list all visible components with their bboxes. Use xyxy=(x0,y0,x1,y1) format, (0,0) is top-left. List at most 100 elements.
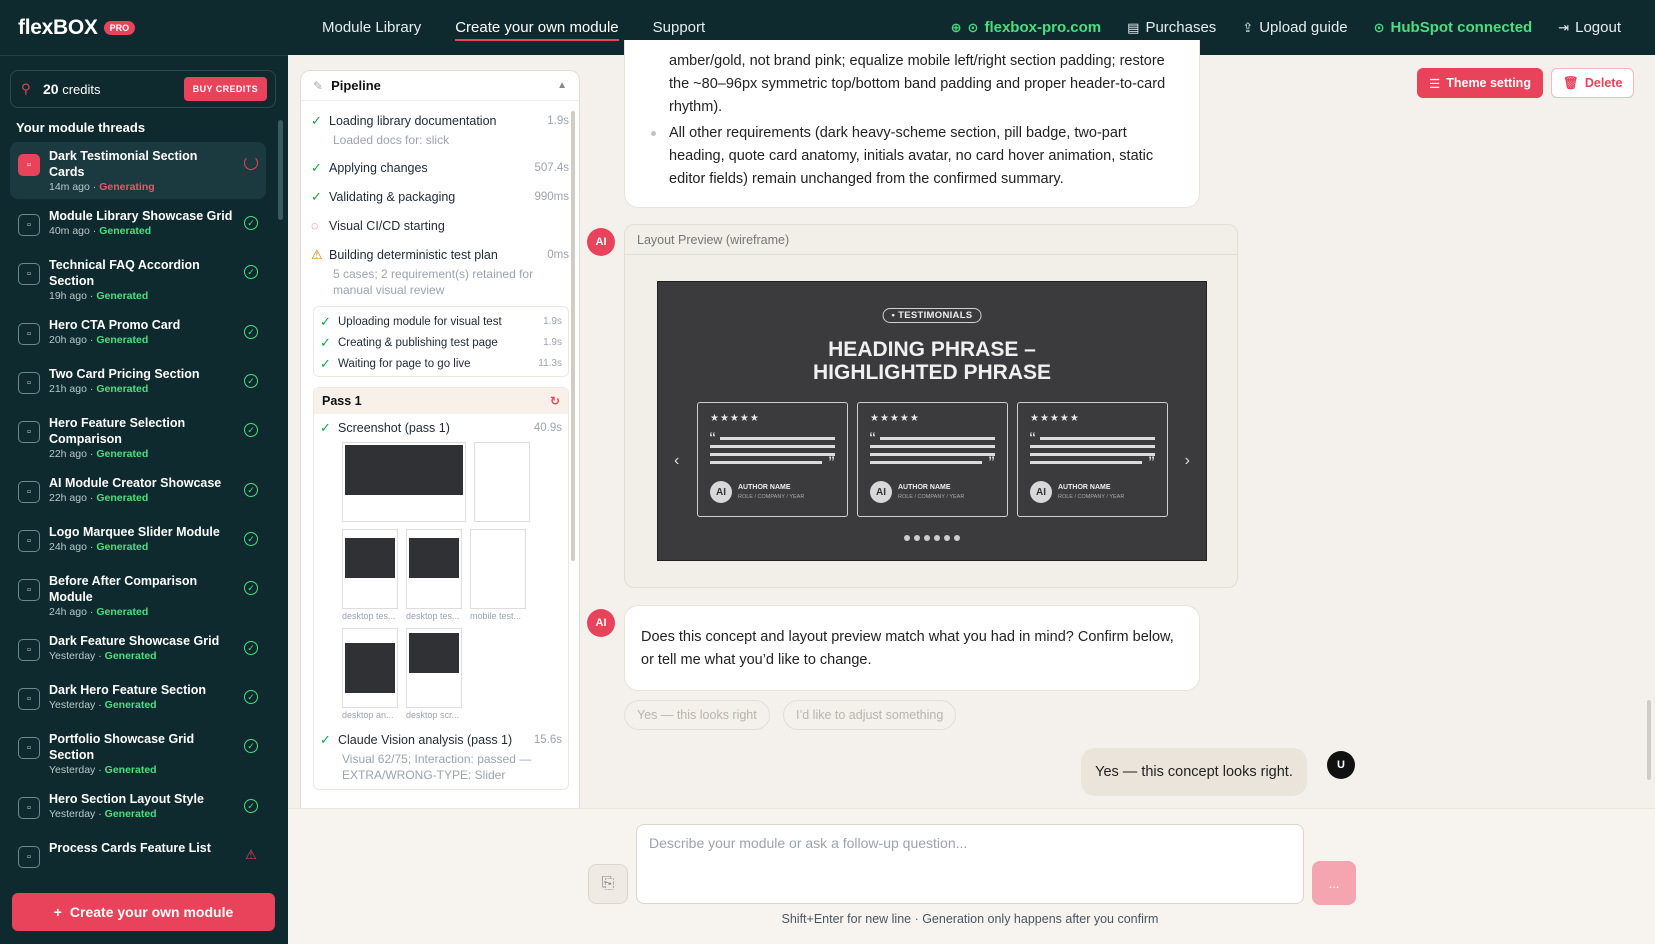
composer-hint: Shift+Enter for new line · Generation on… xyxy=(781,912,1159,926)
thread-item[interactable]: ▫ AI Module Creator Showcase 22h ago · Ge… xyxy=(10,469,266,515)
pro-badge: PRO xyxy=(103,21,136,35)
nav-module-library[interactable]: Module Library xyxy=(322,0,421,55)
refresh-icon[interactable]: ↻ xyxy=(550,394,560,408)
pipeline-substep: ✓ Waiting for page to go live 11.3s xyxy=(320,356,562,371)
check-icon: ✓ xyxy=(320,314,331,329)
sidebar-scrollbar[interactable] xyxy=(278,120,283,220)
thread-meta: 22h ago · Generated xyxy=(49,448,149,460)
message-input[interactable] xyxy=(637,825,1303,903)
chat-bubble-icon: ▫ xyxy=(18,846,40,868)
screenshot-thumbnail[interactable]: desktop tes... xyxy=(406,529,462,621)
check-icon: ✓ xyxy=(311,160,322,175)
site-link[interactable]: ⊕ ⊙ flexbox-pro.com xyxy=(951,19,1102,36)
logout-icon: ⇥ xyxy=(1558,19,1570,35)
thread-item[interactable]: ▫ Logo Marquee Slider Module 24h ago · Ge… xyxy=(10,518,266,564)
thread-item[interactable]: ▫ Before After Comparison Module 24h ago … xyxy=(10,567,266,624)
buy-credits-button[interactable]: BUY CREDITS xyxy=(183,77,267,101)
paperclip-icon[interactable]: ⎘ xyxy=(588,864,628,904)
check-circle-icon: ✓ xyxy=(244,739,258,753)
thread-item[interactable]: ▫ Two Card Pricing Section 21h ago · Gene… xyxy=(10,360,266,406)
thread-title: Portfolio Showcase Grid Section xyxy=(49,732,195,762)
upload-guide-link[interactable]: ⇪ Upload guide xyxy=(1242,19,1347,36)
thread-meta: Yesterday · Generated xyxy=(49,764,157,776)
preview-title: Layout Preview (wireframe) xyxy=(625,225,1237,255)
chat-bubble-icon: ▫ xyxy=(18,214,40,236)
thread-item[interactable]: ▫ Dark Feature Showcase Grid Yesterday · … xyxy=(10,627,266,673)
step-detail: Loaded docs for: slick xyxy=(333,133,450,147)
check-circle-icon: ✓ xyxy=(244,423,258,437)
thread-item[interactable]: ▫ Hero Feature Selection Comparison 22h a… xyxy=(10,409,266,466)
pipeline-step: ◌ Visual CI/CD starting xyxy=(311,218,445,233)
check-circle-icon: ✓ xyxy=(244,690,258,704)
logout-link[interactable]: ⇥ Logout xyxy=(1558,19,1621,36)
hubspot-status[interactable]: ⊙ HubSpot connected xyxy=(1374,19,1533,36)
thread-title: Process Cards Feature List xyxy=(49,841,211,855)
author-role: ROLE / COMPANY / YEAR xyxy=(738,494,805,500)
user-message: Yes — this concept looks right. xyxy=(1081,748,1307,796)
message-input-wrapper xyxy=(636,824,1304,904)
thread-item[interactable]: ▫ Hero CTA Promo Card 20h ago · Generated… xyxy=(10,311,266,357)
send-button[interactable]: ... xyxy=(1312,861,1356,905)
check-circle-icon: ✓ xyxy=(244,325,258,339)
pass-header[interactable]: Pass 1 ↻ xyxy=(314,388,568,414)
thread-title: Two Card Pricing Section xyxy=(49,367,200,381)
purchases-link[interactable]: ▤ Purchases xyxy=(1127,19,1216,36)
create-module-label: Create your own module xyxy=(69,904,234,920)
suggestion-confirm[interactable]: Yes — this looks right xyxy=(624,700,770,730)
chat-bubble-icon: ▫ xyxy=(18,372,40,394)
check-icon: ✓ xyxy=(320,356,331,371)
thread-meta: 24h ago · Generated xyxy=(49,541,149,553)
thread-item[interactable]: ▫ Dark Hero Feature Section Yesterday · G… xyxy=(10,676,266,722)
screenshot-thumbnails: desktop tes... desktop tes... mobile tes… xyxy=(342,442,542,720)
thread-item[interactable]: ▫ Technical FAQ Accordion Section 19h ago… xyxy=(10,251,266,308)
quote-close-icon: ” xyxy=(828,453,835,469)
chat-bubble-icon: ▫ xyxy=(18,797,40,819)
delete-button[interactable]: 🗑 Delete xyxy=(1551,68,1635,98)
brand-logo[interactable]: flexBOX PRO xyxy=(18,16,136,40)
testimonials-badge: • TESTIMONIALS xyxy=(882,308,982,323)
thread-item[interactable]: ▫ Module Library Showcase Grid 40m ago · … xyxy=(10,202,266,248)
chat-bubble-icon: ▫ xyxy=(18,530,40,552)
create-module-button[interactable]: + Create your own module xyxy=(12,893,275,931)
credits-icon: ⚲ xyxy=(21,81,31,96)
check-circle-icon: ✓ xyxy=(244,483,258,497)
check-circle-icon: ⊙ xyxy=(967,19,979,35)
wrench-icon: ✎ xyxy=(313,78,324,93)
screenshot-thumbnail[interactable]: desktop an... xyxy=(342,628,398,720)
upload-icon: ⇪ xyxy=(1242,19,1254,35)
thread-list: ▫ Dark Testimonial Section Cards 14m ago … xyxy=(10,142,266,879)
pipeline-header[interactable]: ✎ Pipeline ▲ xyxy=(301,71,579,101)
screenshot-thumbnail[interactable]: desktop tes... xyxy=(342,529,398,621)
substep-group: ✓ Uploading module for visual test 1.9s … xyxy=(313,306,569,377)
author-role: ROLE / COMPANY / YEAR xyxy=(1058,494,1125,500)
thread-item[interactable]: ▫ Process Cards Feature List ⚠ xyxy=(10,834,266,879)
threads-title: Your module threads xyxy=(16,120,146,135)
chat-scrollbar[interactable] xyxy=(1647,700,1651,780)
message-text: amber/gold, not brand pink; equalize mob… xyxy=(669,53,1166,115)
thread-meta: 19h ago · Generated xyxy=(49,290,149,302)
thread-item[interactable]: ▫ Dark Testimonial Section Cards 14m ago … xyxy=(10,142,266,199)
pipeline-scrollbar[interactable] xyxy=(571,111,575,561)
thread-title: Dark Feature Showcase Grid xyxy=(49,634,220,648)
check-circle-icon: ✓ xyxy=(244,641,258,655)
thread-title: Hero CTA Promo Card xyxy=(49,318,181,332)
screenshot-thumbnail[interactable] xyxy=(342,442,466,522)
author-avatar: AI xyxy=(710,481,732,503)
chat-bubble-icon: ▫ xyxy=(18,579,40,601)
nav-create-module[interactable]: Create your own module xyxy=(455,0,620,55)
thread-meta: 21h ago · Generated xyxy=(49,383,149,395)
chat-bubble-icon: ▫ xyxy=(18,737,40,759)
thread-item[interactable]: ▫ Portfolio Showcase Grid Section Yesterd… xyxy=(10,725,266,782)
pass-panel: Pass 1 ↻ ✓ Screenshot (pass 1) 40.9s des… xyxy=(313,387,569,790)
screenshot-thumbnail[interactable]: desktop scr... xyxy=(406,628,462,720)
screenshot-thumbnail[interactable]: mobile test... xyxy=(470,529,526,621)
theme-setting-button[interactable]: ☰ Theme setting xyxy=(1417,68,1543,98)
check-icon: ✓ xyxy=(320,335,331,350)
collapse-icon[interactable]: ▲ xyxy=(557,80,567,91)
thread-title: Before After Comparison Module xyxy=(49,574,198,604)
suggestion-adjust[interactable]: I’d like to adjust something xyxy=(783,700,957,730)
pipeline-step: ✓ Applying changes 507.4s xyxy=(311,160,569,175)
screenshot-thumbnail[interactable] xyxy=(474,442,530,522)
quote-close-icon: ” xyxy=(988,453,995,469)
thread-item[interactable]: ▫ Hero Section Layout Style Yesterday · G… xyxy=(10,785,266,831)
